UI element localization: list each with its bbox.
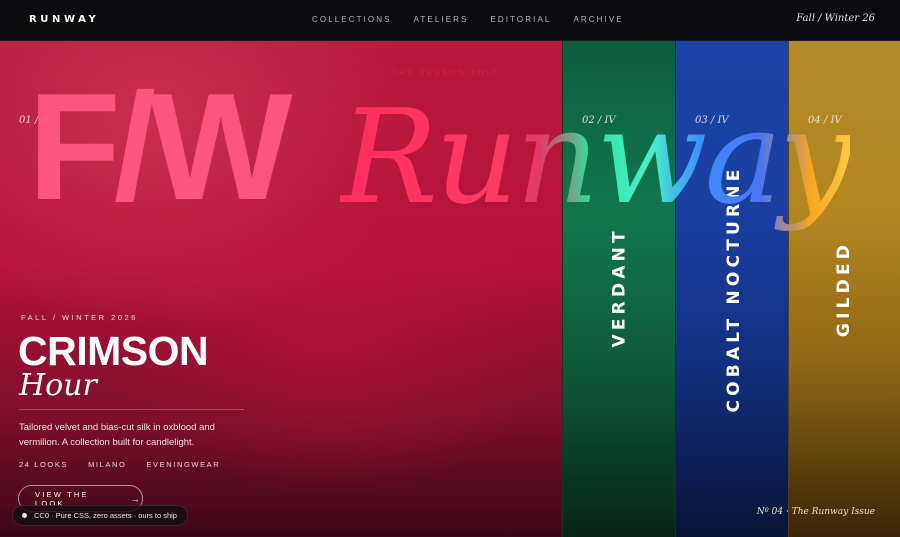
meta-looks: 24 LOOKS	[19, 460, 69, 469]
season-label-top: Fall / Winter 26	[796, 13, 875, 24]
feature-meta: 24 LOOKS MILANO EVENINGWEAR	[19, 460, 240, 469]
license-badge: CC0 · Pure CSS, zero assets · ours to sh…	[12, 505, 188, 526]
meta-category: EVENINGWEAR	[146, 460, 221, 469]
divider	[19, 409, 244, 410]
badge-text: CC0 · Pure CSS, zero assets · ours to sh…	[34, 511, 177, 520]
nav-ateliers[interactable]: ATELIERS	[414, 15, 469, 24]
nav-collections[interactable]: COLLECTIONS	[312, 15, 392, 24]
panel-number: 04 / IV	[808, 115, 842, 126]
feature-subtitle: Hour	[19, 368, 97, 403]
arrow-right-icon: →	[130, 493, 142, 504]
feature-season: FALL / WINTER 2026	[21, 313, 138, 322]
main-nav: COLLECTIONS ATELIERS EDITORIAL ARCHIVE	[312, 15, 646, 24]
panel-number: 01 / IV	[19, 115, 53, 126]
meta-city: MILANO	[88, 460, 127, 469]
panel-cobalt-nocturne[interactable]: 03 / IV COBALT NOCTURNE	[675, 41, 788, 537]
site-logo[interactable]: RUNWAY	[29, 14, 99, 25]
panel-label-verdant: VERDANT	[609, 227, 630, 348]
season-edit-kicker: THE SEASON EDIT	[392, 68, 499, 77]
panel-label-gilded: GILDED	[834, 240, 854, 338]
panel-label-cobalt: COBALT NOCTURNE	[724, 165, 744, 413]
panel-crimson[interactable]: 01 / IV FALL / WINTER 2026 CRIMSON Hour …	[0, 41, 562, 537]
panel-number: 03 / IV	[695, 115, 729, 126]
nav-archive[interactable]: ARCHIVE	[573, 15, 623, 24]
issue-label: Nº 04 · The Runway Issue	[756, 507, 875, 517]
nav-editorial[interactable]: EDITORIAL	[490, 15, 551, 24]
panel-number: 02 / IV	[582, 115, 616, 126]
panel-gilded[interactable]: 04 / IV GILDED	[788, 41, 900, 537]
site-header: RUNWAY COLLECTIONS ATELIERS EDITORIAL AR…	[0, 0, 900, 41]
dot-icon	[22, 513, 27, 518]
collection-panels: 01 / IV FALL / WINTER 2026 CRIMSON Hour …	[0, 41, 900, 537]
feature-title: CRIMSON	[18, 328, 209, 374]
feature-description: Tailored velvet and bias-cut silk in oxb…	[19, 422, 215, 448]
panel-verdant[interactable]: 02 / IV VERDANT	[562, 41, 675, 537]
